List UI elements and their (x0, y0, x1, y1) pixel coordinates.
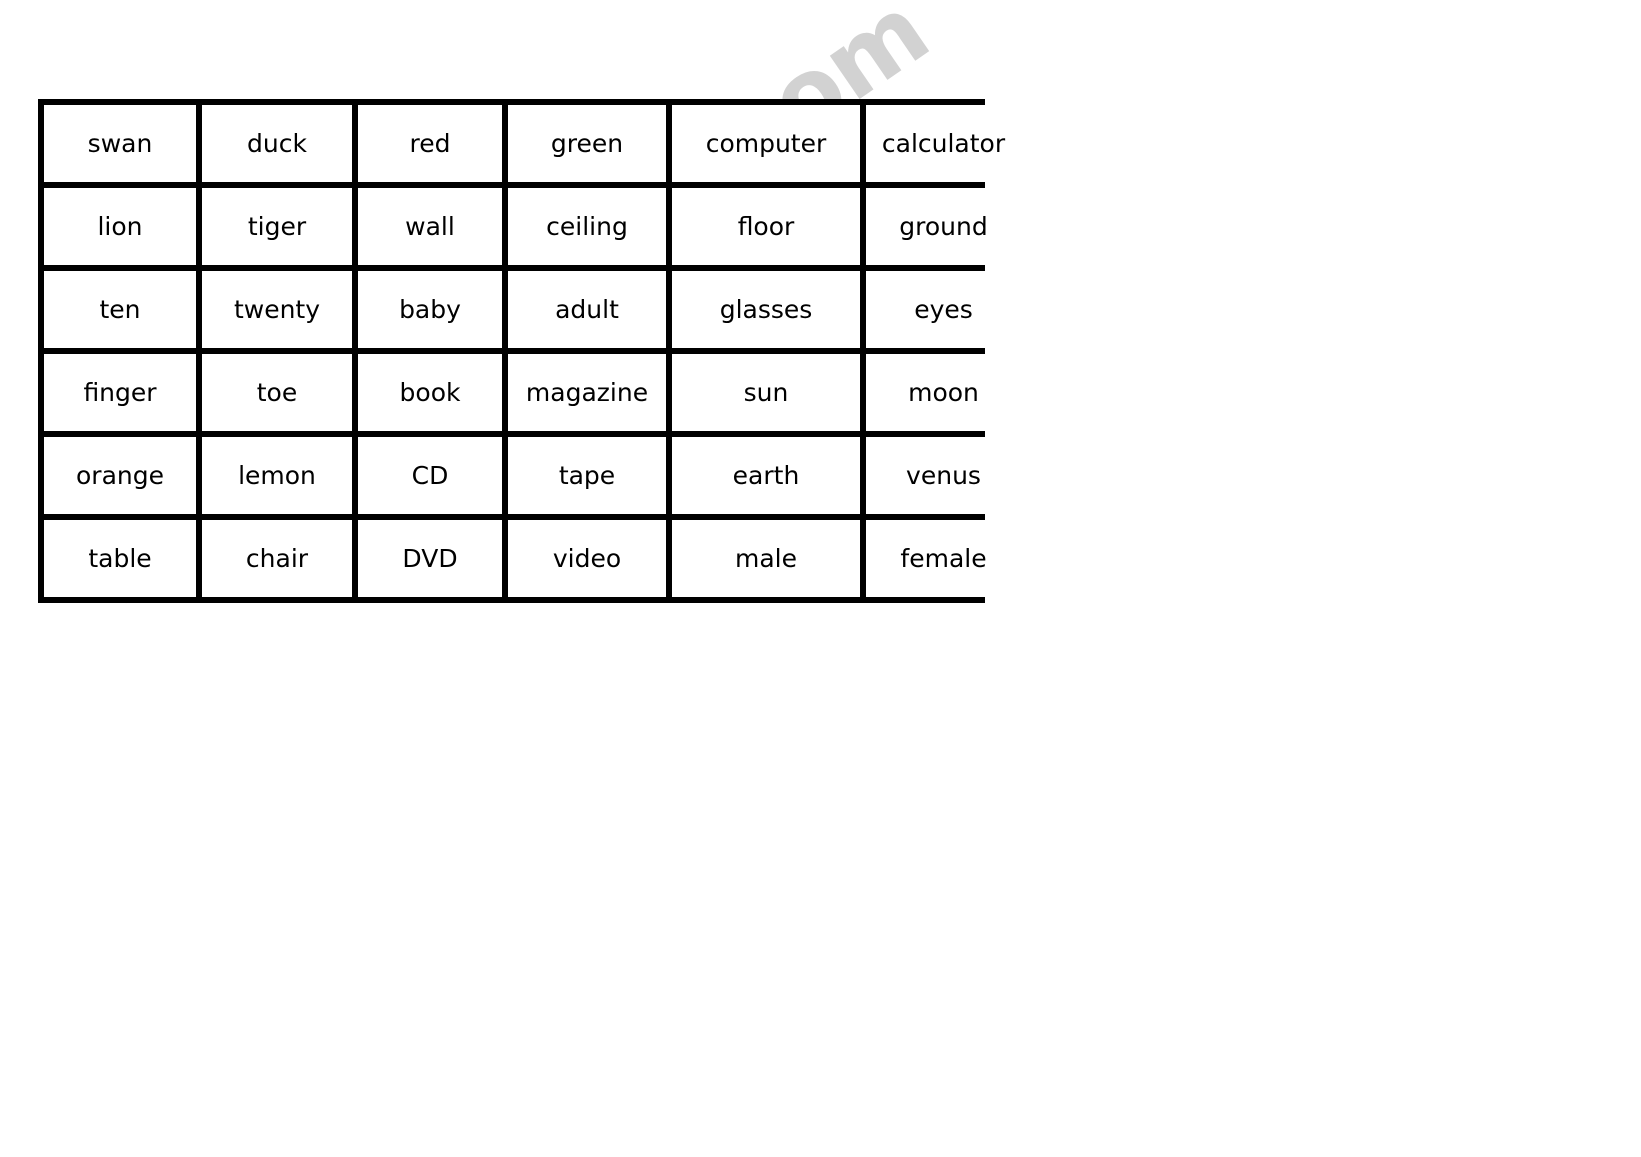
word-cell[interactable]: ten (44, 271, 196, 348)
word-cell[interactable]: venus (866, 437, 1021, 514)
word-cell[interactable]: earth (672, 437, 860, 514)
word-cell[interactable]: green (508, 105, 666, 182)
word-cell[interactable]: floor (672, 188, 860, 265)
word-cell[interactable]: magazine (508, 354, 666, 431)
word-cell[interactable]: eyes (866, 271, 1021, 348)
word-cell[interactable]: finger (44, 354, 196, 431)
word-cell[interactable]: glasses (672, 271, 860, 348)
word-cell[interactable]: wall (358, 188, 502, 265)
word-cell[interactable]: moon (866, 354, 1021, 431)
word-cell[interactable]: female (866, 520, 1021, 597)
word-cell[interactable]: chair (202, 520, 352, 597)
word-cell[interactable]: red (358, 105, 502, 182)
word-cell[interactable]: adult (508, 271, 666, 348)
word-cell[interactable]: sun (672, 354, 860, 431)
word-cell[interactable]: duck (202, 105, 352, 182)
word-cell[interactable]: baby (358, 271, 502, 348)
word-card-grid: swan duck red green computer calculator lion ti… (38, 99, 1021, 603)
word-cell[interactable]: video (508, 520, 666, 597)
word-cell[interactable]: male (672, 520, 860, 597)
word-cell[interactable]: tiger (202, 188, 352, 265)
word-cell[interactable]: ground (866, 188, 1021, 265)
word-cell[interactable]: book (358, 354, 502, 431)
word-cell[interactable]: CD (358, 437, 502, 514)
word-cell[interactable]: table (44, 520, 196, 597)
word-cell[interactable]: lion (44, 188, 196, 265)
word-cell[interactable]: toe (202, 354, 352, 431)
word-cell[interactable]: calculator (866, 105, 1021, 182)
word-cell[interactable]: twenty (202, 271, 352, 348)
worksheet-page: ESLprintables.com swanduckredgreencomput… (0, 0, 1641, 1157)
word-cell[interactable]: computer (672, 105, 860, 182)
word-cell[interactable]: orange (44, 437, 196, 514)
word-cell[interactable]: swan (44, 105, 196, 182)
word-cell[interactable]: DVD (358, 520, 502, 597)
word-cell[interactable]: lemon (202, 437, 352, 514)
word-cell[interactable]: tape (508, 437, 666, 514)
word-cell[interactable]: ceiling (508, 188, 666, 265)
